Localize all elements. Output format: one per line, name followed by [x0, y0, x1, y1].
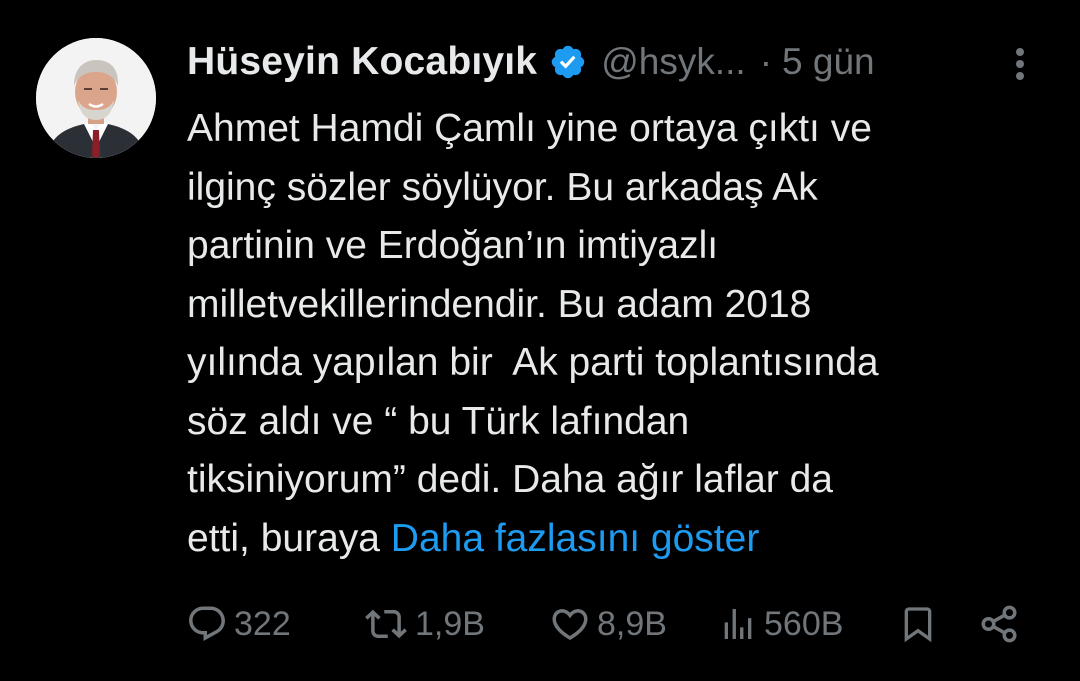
reply-icon [189, 606, 225, 641]
header-separator: · [759, 41, 773, 82]
repost-icon [365, 609, 407, 639]
like-button[interactable]: 8,9B [549, 596, 667, 652]
tweet-header: Hüseyin Kocabıyık @hsyk... · 5 gün [187, 36, 875, 88]
tweet-text-line: Ahmet Hamdi Çamlı yine ortaya çıktı ve [187, 107, 872, 150]
more-vertical-icon[interactable] [1008, 44, 1032, 84]
avatar[interactable] [36, 38, 156, 158]
show-more-link[interactable]: Daha fazlasını göster [391, 517, 760, 560]
tweet-text-line: söz aldı ve “ bu Türk lafından [187, 399, 690, 443]
action-bar: 322 1,9B 8,9B 560B [0, 596, 1080, 652]
verified-badge-icon[interactable] [549, 43, 587, 81]
repost-button[interactable]: 1,9B [363, 596, 485, 652]
share-button[interactable] [978, 596, 1020, 652]
views-count: 560B [764, 604, 844, 643]
tweet-text-line: yılında yapılan bir Ak parti toplantısın… [187, 341, 879, 384]
tweet-text: Ahmet Hamdi Çamlı yine ortaya çıktı ve i… [187, 100, 1047, 568]
like-count: 8,9B [597, 604, 667, 643]
reply-count: 322 [234, 604, 291, 643]
tweet-text-last-line: etti, buraya Daha fazlasını göster [187, 510, 1047, 569]
tweet-timestamp[interactable]: 5 gün [782, 41, 875, 83]
avatar-image [36, 38, 156, 158]
views-button[interactable]: 560B [718, 596, 843, 652]
author-display-name[interactable]: Hüseyin Kocabıyık [187, 40, 537, 84]
author-handle[interactable]: @hsyk... [601, 41, 745, 83]
bookmark-icon [904, 607, 932, 643]
tweet-text-line: tiksiniyorum” dedi. Daha ağır laflar da [187, 458, 833, 501]
tweet-text-line: partinin ve Erdoğan’ın imtiyazlı [187, 224, 719, 267]
views-icon [724, 609, 752, 639]
repost-count: 1,9B [415, 604, 485, 643]
bookmark-button[interactable] [898, 596, 938, 652]
tweet-text-line-start: etti, buraya [187, 516, 391, 560]
heart-icon [552, 609, 588, 641]
reply-button[interactable]: 322 [186, 596, 291, 652]
share-icon [981, 605, 1017, 643]
tweet[interactable]: Hüseyin Kocabıyık @hsyk... · 5 gün Ahmet… [0, 0, 1080, 681]
tweet-text-line: milletvekillerindendir. Bu adam 2018 [187, 282, 812, 326]
tweet-text-line: ilginç sözler söylüyor. Bu arkadaş Ak [187, 165, 818, 209]
